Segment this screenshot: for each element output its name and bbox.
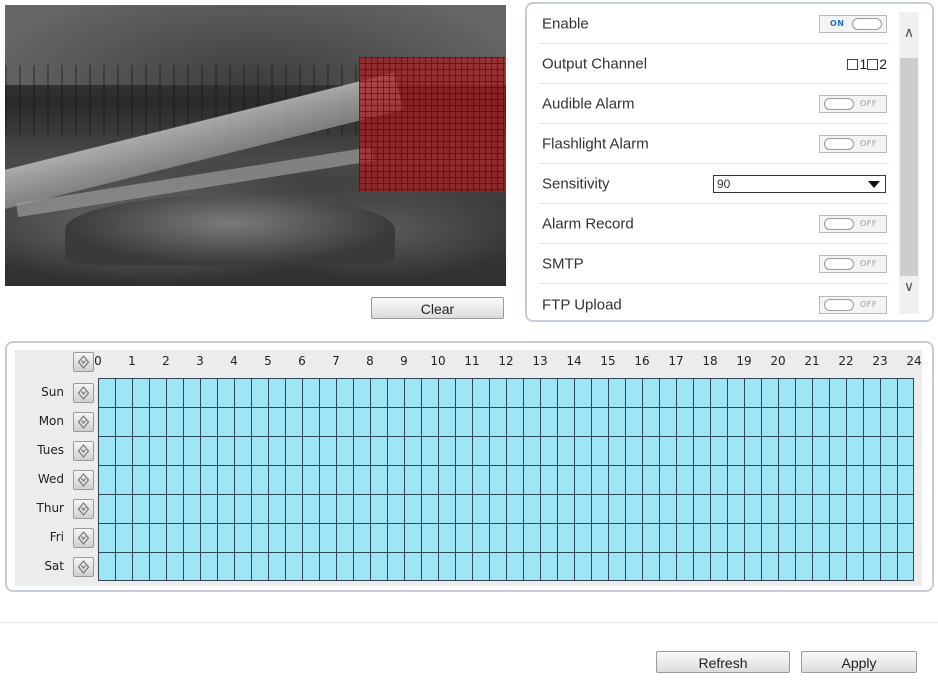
video-preview[interactable] <box>5 5 506 286</box>
smtp-label: SMTP <box>542 255 584 273</box>
ftp-upload-row: FTP Upload OFF <box>539 285 889 324</box>
day-label-sun: Sun <box>41 385 64 399</box>
toggle-state: OFF <box>860 139 877 148</box>
refresh-button[interactable]: Refresh <box>656 651 790 673</box>
day-label-wed: Wed <box>37 472 64 486</box>
toggle-state: OFF <box>860 299 877 309</box>
hour-label: 24 <box>906 354 922 368</box>
hour-label: 9 <box>400 354 408 368</box>
hour-label: 20 <box>770 354 786 368</box>
sensitivity-value: 90 <box>717 177 731 191</box>
channel-2-label: 2 <box>879 56 887 72</box>
channel-1-label: 1 <box>859 56 868 72</box>
schedule-grid[interactable] <box>98 378 914 581</box>
dropdown-arrow-icon <box>868 181 880 188</box>
toggle-state: OFF <box>860 259 877 268</box>
hour-label: 4 <box>230 354 238 368</box>
hour-label: 21 <box>804 354 820 368</box>
scroll-down-icon[interactable]: ∨ <box>899 278 919 295</box>
hour-label: 10 <box>430 354 446 368</box>
flashlight-alarm-label: Flashlight Alarm <box>542 135 649 153</box>
toggle-knob <box>824 258 854 270</box>
day-label-fri: Fri <box>49 530 64 544</box>
enable-label: Enable <box>542 15 589 33</box>
hour-label: 14 <box>566 354 582 368</box>
audible-alarm-label: Audible Alarm <box>542 95 635 113</box>
ftp-upload-toggle[interactable]: OFF <box>819 295 887 314</box>
hour-label: 1 <box>128 354 136 368</box>
hour-label: 5 <box>264 354 272 368</box>
copy-day-icon[interactable] <box>73 528 94 548</box>
toggle-state: OFF <box>860 99 877 108</box>
hour-label: 6 <box>298 354 306 368</box>
hour-label: 0 <box>94 354 102 368</box>
scroll-up-icon[interactable]: ∧ <box>899 24 919 41</box>
hour-label: 8 <box>366 354 374 368</box>
toggle-knob <box>852 18 882 30</box>
hour-label: 13 <box>532 354 548 368</box>
footer-divider <box>0 622 938 623</box>
day-label-thur: Thur <box>36 501 64 515</box>
output-channel-label: Output Channel <box>542 55 648 73</box>
alarm-record-row: Alarm Record OFF <box>539 205 889 244</box>
copy-day-icon[interactable] <box>73 383 94 403</box>
flashlight-alarm-toggle[interactable]: OFF <box>819 135 887 153</box>
clear-button[interactable]: Clear <box>371 297 504 319</box>
copy-day-icon[interactable] <box>73 557 94 577</box>
toggle-knob <box>824 98 854 110</box>
toggle-state: ON <box>830 19 845 28</box>
enable-row: Enable ON <box>539 5 889 44</box>
copy-day-icon[interactable] <box>73 412 94 432</box>
hour-label: 15 <box>600 354 616 368</box>
toggle-knob <box>824 138 854 150</box>
sensitivity-label: Sensitivity <box>542 175 610 193</box>
alarm-record-label: Alarm Record <box>542 215 634 233</box>
copy-all-icon[interactable] <box>73 352 94 372</box>
schedule-panel: 0 1 2 3 4 5 6 7 8 9 10 11 12 13 14 15 16 17 18 19 20 21 22 23 24… <box>5 341 934 592</box>
hour-label: 16 <box>634 354 650 368</box>
alarm-record-toggle[interactable]: OFF <box>819 215 887 233</box>
flashlight-alarm-row: Flashlight Alarm OFF <box>539 125 889 164</box>
sensitivity-row: Sensitivity 90 <box>539 165 889 204</box>
hour-label: 17 <box>668 354 684 368</box>
copy-day-icon[interactable] <box>73 499 94 519</box>
ftp-upload-label: FTP Upload <box>542 296 622 313</box>
smtp-row: SMTP OFF <box>539 245 889 284</box>
channel-2-checkbox[interactable] <box>867 58 879 70</box>
hour-label: 23 <box>872 354 888 368</box>
copy-day-icon[interactable] <box>73 470 94 490</box>
settings-panel: Enable ON Output Channel 1 2 Audible Ala… <box>525 2 934 322</box>
hour-label: 19 <box>736 354 752 368</box>
output-channel-checkboxes: 1 2 <box>847 56 887 72</box>
day-label-tues: Tues <box>37 443 64 457</box>
smtp-toggle[interactable]: OFF <box>819 255 887 273</box>
sensitivity-select[interactable]: 90 <box>713 175 886 193</box>
dirt-mound <box>65 195 395 265</box>
output-channel-row: Output Channel 1 2 <box>539 45 889 84</box>
toggle-state: OFF <box>860 219 877 228</box>
hour-label: 7 <box>332 354 340 368</box>
toggle-knob <box>824 218 854 230</box>
detection-area-overlay[interactable] <box>359 57 505 191</box>
channel-1-checkbox[interactable] <box>847 58 859 70</box>
scrollbar-thumb[interactable] <box>900 58 918 276</box>
enable-toggle[interactable]: ON <box>819 15 887 33</box>
toggle-knob <box>824 298 854 311</box>
hour-label: 18 <box>702 354 718 368</box>
hour-label: 3 <box>196 354 204 368</box>
apply-button[interactable]: Apply <box>801 651 917 673</box>
audible-alarm-toggle[interactable]: OFF <box>819 95 887 113</box>
settings-scrollbar[interactable]: ∧ ∨ <box>899 12 919 314</box>
hour-label: 2 <box>162 354 170 368</box>
hour-label: 11 <box>464 354 480 368</box>
audible-alarm-row: Audible Alarm OFF <box>539 85 889 124</box>
day-label-mon: Mon <box>38 414 64 428</box>
day-label-sat: Sat <box>44 559 64 573</box>
copy-day-icon[interactable] <box>73 441 94 461</box>
hour-label: 12 <box>498 354 514 368</box>
hour-label: 22 <box>838 354 854 368</box>
